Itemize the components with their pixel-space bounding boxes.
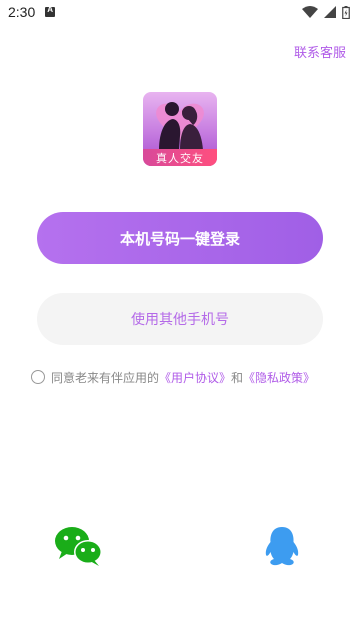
qq-login-button[interactable] (262, 525, 302, 567)
one-click-login-button[interactable]: 本机号码一键登录 (37, 212, 323, 264)
logo-caption: 真人交友 (156, 151, 204, 165)
status-bar: 2:30 (0, 0, 360, 24)
cell-signal-icon (324, 6, 336, 18)
other-phone-login-label: 使用其他手机号 (131, 312, 229, 328)
notification-a-icon (45, 5, 56, 17)
battery-icon (342, 5, 350, 19)
wechat-login-button[interactable] (54, 526, 104, 566)
privacy-policy-link[interactable]: 《隐私政策》 (243, 369, 315, 386)
agreement-prefix: 同意老来有伴应用的 (51, 370, 160, 385)
contact-support-link[interactable]: 联系客服 (294, 42, 346, 61)
status-time: 2:30 (8, 4, 36, 20)
user-agreement-link[interactable]: 《用户协议》 (159, 369, 231, 386)
couple-silhouette-icon (156, 102, 204, 150)
qq-icon (265, 527, 299, 566)
wechat-icon (55, 527, 102, 566)
agreement-row: 同意老来有伴应用的 《用户协议》 和 《隐私政策》 (31, 367, 315, 387)
other-phone-login-button[interactable]: 使用其他手机号 (37, 293, 323, 345)
agreement-checkbox[interactable] (31, 370, 45, 384)
status-icons (302, 5, 350, 19)
one-click-login-label: 本机号码一键登录 (119, 229, 240, 248)
logo-caption-band: 真人交友 (143, 149, 217, 166)
app-logo: 真人交友 (143, 92, 217, 166)
agreement-conjunction: 和 (231, 370, 244, 385)
wifi-icon (302, 6, 318, 18)
